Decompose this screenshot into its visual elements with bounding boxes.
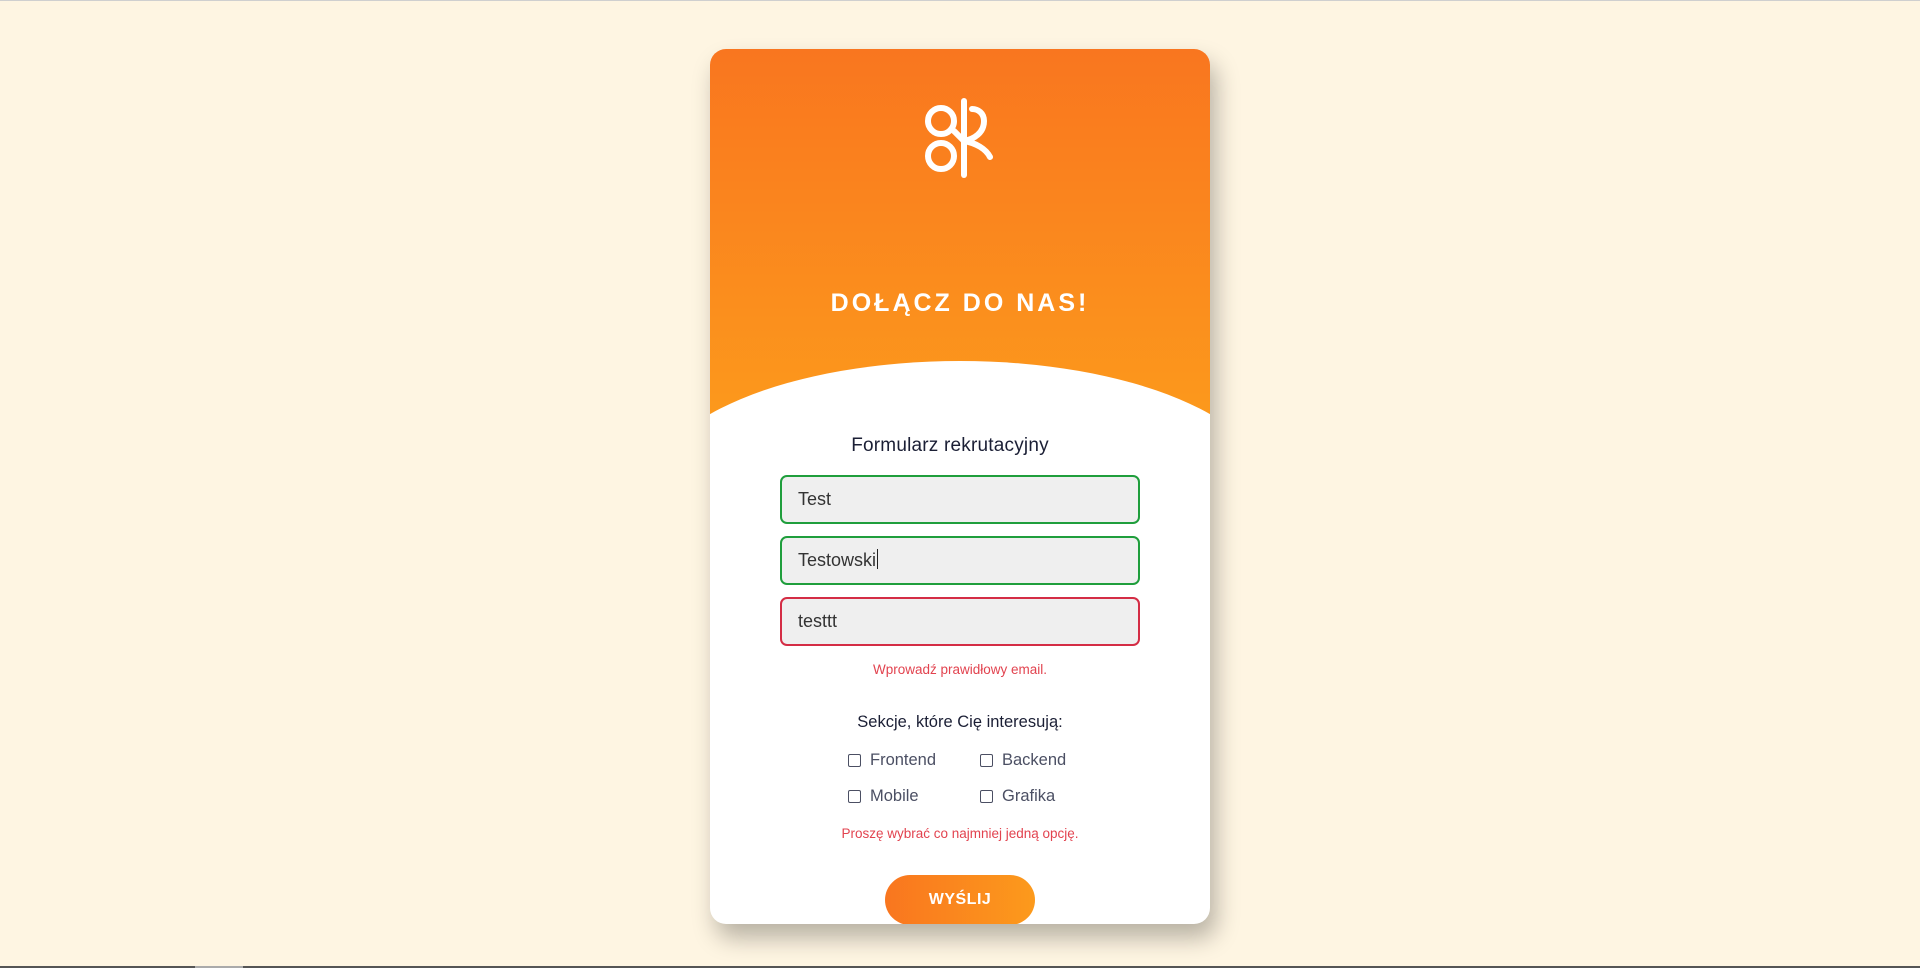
last-name-input[interactable]: Testowski: [780, 536, 1140, 585]
checkbox-label: Backend: [1002, 751, 1067, 769]
email-error: Wprowadź prawidłowy email.: [872, 662, 1048, 677]
first-name-value: Test: [798, 489, 832, 509]
checkbox-icon[interactable]: [848, 790, 861, 803]
sections-error: Proszę wybrać co najmniej jedną opcję.: [841, 826, 1079, 841]
header-title: DOŁĄCZ DO NAS!: [830, 289, 1090, 317]
checkbox-label: Grafika: [1002, 787, 1056, 805]
checkbox-backend[interactable]: Backend: [980, 751, 1066, 770]
email-input[interactable]: testtt: [780, 597, 1140, 646]
ak-logo-icon: [925, 98, 993, 178]
sections-title: Sekcje, które Cię interesują:: [857, 713, 1063, 731]
form-title: Formularz rekrutacyjny: [851, 435, 1049, 456]
last-name-value: Testowski: [798, 550, 877, 570]
recruitment-card: DOŁĄCZ DO NAS! Formularz rekrutacyjny Te…: [710, 49, 1210, 924]
window-top-border: [0, 0, 1920, 1]
text-caret: [877, 549, 879, 569]
first-name-input[interactable]: Test: [780, 475, 1140, 524]
checkbox-label: Mobile: [870, 787, 919, 805]
checkbox-label: Frontend: [870, 751, 937, 769]
checkbox-icon[interactable]: [980, 754, 993, 767]
checkbox-grafika[interactable]: Grafika: [980, 787, 1055, 806]
submit-button[interactable]: WYŚLIJ: [885, 875, 1035, 924]
checkbox-mobile[interactable]: Mobile: [848, 787, 919, 806]
checkbox-icon[interactable]: [980, 790, 993, 803]
checkbox-icon[interactable]: [848, 754, 861, 767]
email-value: testtt: [798, 611, 838, 631]
checkbox-frontend[interactable]: Frontend: [848, 751, 936, 770]
